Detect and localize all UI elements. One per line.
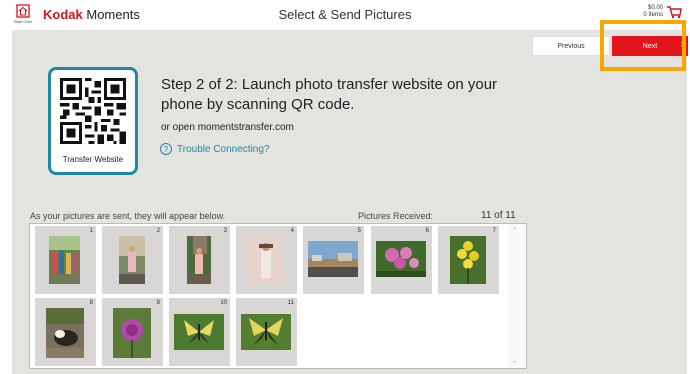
help-icon: ? — [160, 143, 172, 155]
photo-number: 11 — [287, 300, 294, 306]
photo-number: 2 — [156, 228, 160, 234]
cart-amount: $0.00 — [647, 5, 663, 11]
gallery-note: As your pictures are sent, they will app… — [30, 211, 226, 221]
photo-image — [308, 241, 358, 277]
transfer-url-text: or open momentstransfer.com — [161, 122, 294, 133]
cart-button[interactable]: $0.00 0 Items — [643, 5, 682, 19]
page-title: Select & Send Pictures — [278, 7, 412, 22]
photo-image — [113, 308, 151, 358]
qr-code-card[interactable]: Transfer Website — [48, 67, 138, 175]
photo-image — [376, 241, 426, 277]
cart-items: 0 Items — [643, 12, 663, 18]
previous-button[interactable]: Previous — [532, 36, 610, 56]
photo-thumbnail[interactable]: 11 — [236, 298, 297, 366]
photo-number: 1 — [89, 228, 93, 234]
photo-number: 8 — [89, 300, 93, 306]
cart-summary: $0.00 0 Items — [643, 5, 663, 19]
photo-image — [248, 236, 284, 284]
cart-icon — [667, 6, 682, 19]
photo-image — [187, 236, 211, 284]
photo-thumbnail[interactable]: 3 — [169, 226, 230, 294]
photo-image — [174, 314, 224, 350]
photo-thumbnail[interactable]: 6 — [371, 226, 432, 294]
photo-number: 4 — [290, 228, 294, 234]
photo-thumbnail[interactable]: 4 — [236, 226, 297, 294]
photo-thumbnail[interactable]: 7 — [438, 226, 499, 294]
photo-number: 9 — [156, 300, 160, 306]
scroll-up-icon[interactable]: ⌃ — [511, 226, 519, 237]
photo-thumbnail[interactable]: 1 — [35, 226, 96, 294]
photo-image — [450, 236, 486, 284]
scroll-down-icon[interactable]: ⌄ — [511, 355, 519, 366]
trouble-connecting-link[interactable]: ? Trouble Connecting? — [160, 143, 269, 155]
photo-number: 6 — [425, 228, 429, 234]
photo-thumbnail[interactable]: 5 — [303, 226, 364, 294]
photo-number: 3 — [223, 228, 227, 234]
step-title: Step 2 of 2: Launch photo transfer websi… — [161, 76, 498, 113]
photo-thumbnail[interactable]: 10 — [169, 298, 230, 366]
received-count: 11 of 11 — [481, 210, 516, 221]
photo-thumbnail[interactable]: 2 — [102, 226, 163, 294]
photo-number: 10 — [220, 300, 227, 306]
next-button[interactable]: Next › — [612, 36, 688, 56]
photo-image — [49, 236, 80, 284]
received-label: Pictures Received: — [358, 211, 434, 221]
qr-code-icon — [60, 78, 126, 144]
photo-image — [241, 314, 291, 350]
photo-number: 5 — [357, 228, 361, 234]
photo-image — [119, 236, 145, 284]
photo-thumbnail[interactable]: 9 — [102, 298, 163, 366]
qr-caption: Transfer Website — [62, 155, 124, 164]
photo-image — [46, 308, 84, 358]
trouble-connecting-label: Trouble Connecting? — [177, 143, 270, 155]
next-label: Next — [642, 42, 658, 50]
app-header: Start Over Kodak Moments Select & Send P… — [0, 0, 690, 30]
gallery-scrollbar[interactable]: ⌃ ⌄ — [508, 224, 525, 368]
chevron-right-icon: › — [680, 39, 684, 50]
photo-number: 7 — [492, 228, 496, 234]
photo-thumbnail[interactable]: 8 — [35, 298, 96, 366]
